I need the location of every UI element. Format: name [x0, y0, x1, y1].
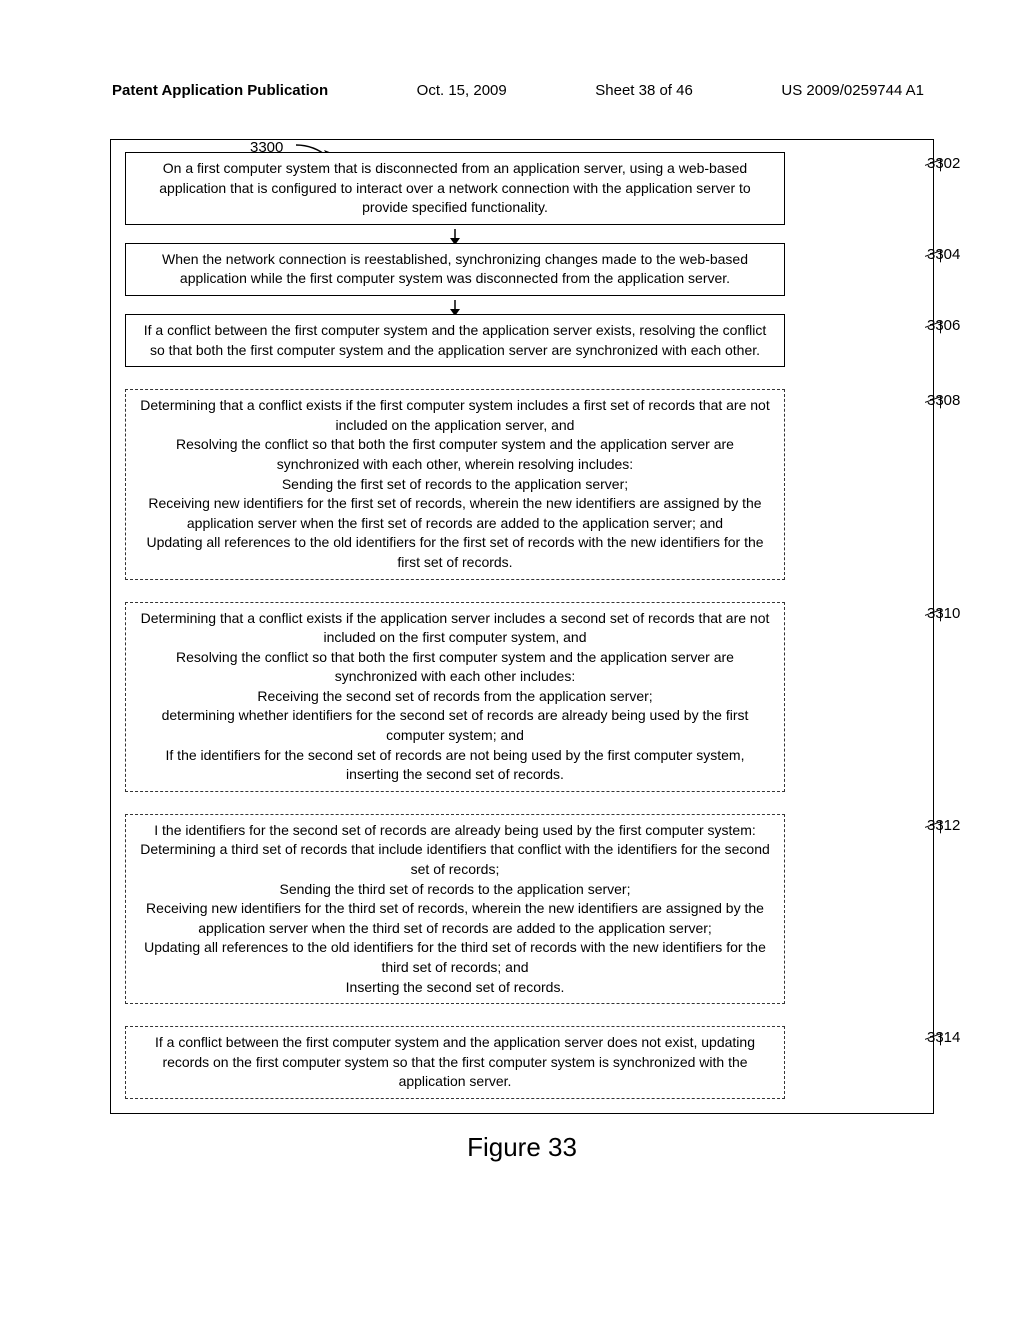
- reference-number: 3306: [927, 317, 987, 334]
- reference-number: 3304: [927, 246, 987, 263]
- flowchart-step: If a conflict between the first computer…: [125, 1026, 919, 1099]
- flowchart-step: On a first computer system that is disco…: [125, 152, 919, 225]
- flowchart-step: I the identifiers for the second set of …: [125, 814, 919, 1004]
- step-text-line: Receiving new identifiers for the first …: [148, 495, 761, 531]
- step-text-line: If the identifiers for the second set of…: [166, 747, 745, 783]
- step-text-line: If a conflict between the first computer…: [155, 1034, 755, 1089]
- sheet-number: Sheet 38 of 46: [595, 82, 693, 99]
- step-box: If a conflict between the first computer…: [125, 314, 785, 367]
- step-text-line: determining whether identifiers for the …: [162, 707, 749, 743]
- step-text-line: Updating all references to the old ident…: [144, 939, 766, 975]
- flowchart-container: On a first computer system that is disco…: [110, 139, 934, 1114]
- flowchart-step: Determining that a conflict exists if th…: [125, 602, 919, 792]
- step-text-line: Inserting the second set of records.: [346, 979, 565, 995]
- publication-label: Patent Application Publication: [112, 82, 328, 99]
- step-box: If a conflict between the first computer…: [125, 1026, 785, 1099]
- step-text-line: Sending the first set of records to the …: [282, 476, 628, 492]
- step-box: I the identifiers for the second set of …: [125, 814, 785, 1004]
- step-text-line: Sending the third set of records to the …: [280, 881, 631, 897]
- step-text-line: Determining that a conflict exists if th…: [140, 397, 769, 433]
- step-text-line: I the identifiers for the second set of …: [154, 822, 756, 838]
- flowchart-step: When the network connection is reestabli…: [125, 243, 919, 296]
- reference-number: 3312: [927, 817, 987, 834]
- step-box: When the network connection is reestabli…: [125, 243, 785, 296]
- step-text-line: On a first computer system that is disco…: [159, 160, 750, 215]
- step-text-line: Receiving new identifiers for the third …: [146, 900, 764, 936]
- step-box: Determining that a conflict exists if th…: [125, 602, 785, 792]
- step-box: On a first computer system that is disco…: [125, 152, 785, 225]
- step-text-line: Resolving the conflict so that both the …: [176, 649, 734, 685]
- step-box: Determining that a conflict exists if th…: [125, 389, 785, 579]
- flowchart-step: Determining that a conflict exists if th…: [125, 389, 919, 579]
- step-text-line: Updating all references to the old ident…: [146, 534, 763, 570]
- step-text-line: Resolving the conflict so that both the …: [176, 436, 734, 472]
- step-text-line: Receiving the second set of records from…: [257, 688, 652, 704]
- step-text-line: Determining that a conflict exists if th…: [141, 610, 770, 646]
- step-text-line: Determining a third set of records that …: [140, 841, 770, 877]
- step-text-line: When the network connection is reestabli…: [162, 251, 748, 287]
- reference-number: 3314: [927, 1029, 987, 1046]
- publication-number: US 2009/0259744 A1: [781, 82, 924, 99]
- figure-caption: Figure 33: [110, 1132, 934, 1163]
- flowchart-step: If a conflict between the first computer…: [125, 314, 919, 367]
- step-text-line: If a conflict between the first computer…: [144, 322, 767, 358]
- reference-number: 3302: [927, 155, 987, 172]
- publication-date: Oct. 15, 2009: [417, 82, 507, 99]
- reference-number: 3308: [927, 392, 987, 409]
- reference-number: 3310: [927, 605, 987, 622]
- page-header: Patent Application Publication Oct. 15, …: [0, 0, 1024, 99]
- figure-area: 3300 On a first computer system that is …: [110, 139, 934, 1163]
